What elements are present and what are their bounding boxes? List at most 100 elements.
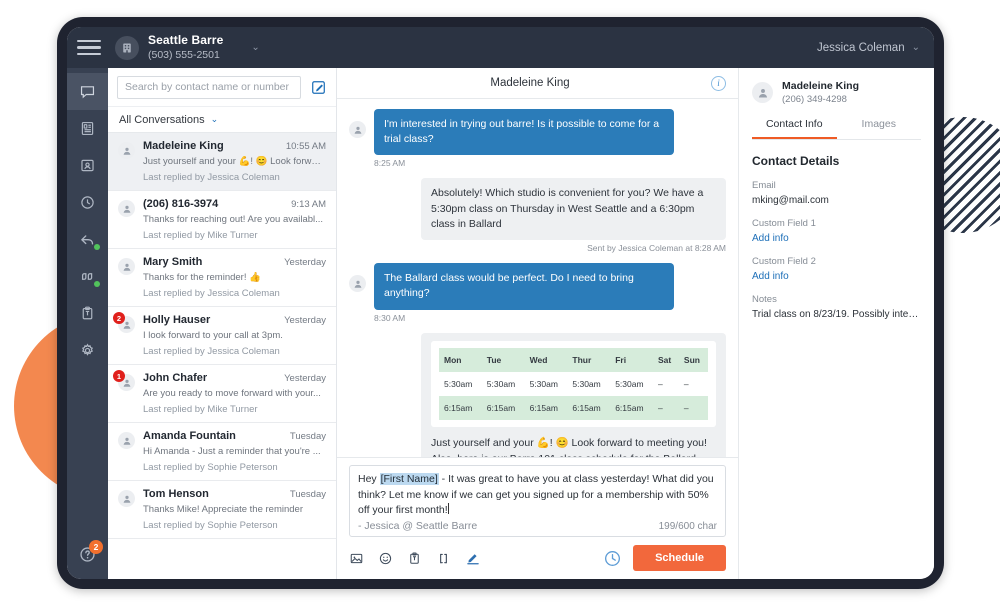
person-icon	[118, 258, 135, 275]
conversation-list-item[interactable]: Tom Henson Tuesday Thanks Mike! Appreciate…	[108, 481, 336, 539]
status-dot-green	[94, 281, 100, 287]
table-column-header: Thur	[567, 347, 611, 372]
org-info[interactable]: Seattle Barre (503) 555-2501	[148, 33, 224, 61]
conversation-top-row: John Chafer Yesterday	[143, 372, 326, 384]
conversation-content: Holly Hauser Yesterday I look forward to y…	[143, 314, 326, 357]
conversation-last-replied: Last replied by Sophie Peterson	[143, 462, 278, 473]
message-row: Absolutely! Which studio is convenient f…	[349, 178, 726, 241]
table-cell: 6:15am	[481, 396, 525, 421]
composer-textarea[interactable]: Hey [First Name] - It was great to have …	[349, 464, 726, 537]
signature-pen-icon[interactable]	[465, 550, 481, 566]
message-bubble-outbound: Absolutely! Which studio is convenient f…	[421, 178, 726, 241]
table-cell: 5:30am	[444, 378, 473, 389]
screenshot-stage: Seattle Barre (503) 555-2501 ⌄ Jessica C…	[0, 0, 1000, 605]
conversation-list-item[interactable]: (206) 816-3974 9:13 AM Thanks for reaching…	[108, 191, 336, 249]
conversation-scroll[interactable]: Madeleine King 10:55 AM Just yourself and …	[108, 133, 336, 579]
conversation-list-item[interactable]: Madeleine King 10:55 AM Just yourself and …	[108, 133, 336, 191]
contact-field-label: Custom Field 2	[752, 256, 816, 267]
conversation-list-item[interactable]: 2 Holly Hauser Yesterday I look forward to …	[108, 307, 336, 365]
conversation-content: Amanda Fountain Tuesday Hi Amanda - Just a…	[143, 430, 326, 473]
conversation-time: Yesterday	[284, 315, 326, 326]
conversation-content: (206) 816-3974 9:13 AM Thanks for reaching…	[143, 198, 326, 241]
composer-toolbar: Schedule	[349, 545, 726, 571]
app-topbar: Seattle Barre (503) 555-2501 ⌄ Jessica C…	[67, 27, 934, 68]
conversation-last-replied: Last replied by Mike Turner	[143, 404, 258, 415]
contact-identity: Madeleine King (206) 349-4298	[782, 80, 859, 105]
info-circle-icon[interactable]: i	[711, 75, 726, 91]
table-row: 6:15am 6:15am 6:15am 6:15am 6:15am – –	[439, 396, 708, 421]
search-input[interactable]	[117, 75, 301, 99]
message-row: The Ballard class would be perfect. Do I…	[349, 263, 726, 310]
conversation-last-replied: Last replied by Mike Turner	[143, 230, 258, 241]
conversation-snippet: Thanks for the reminder! 👍	[143, 272, 261, 283]
conversation-snippet: Are you ready to move forward with your.…	[143, 388, 321, 399]
chevron-down-icon: ⌄	[210, 114, 219, 124]
rail-item-contacts[interactable]	[67, 147, 108, 184]
help-badge: 2	[89, 540, 103, 554]
template-icon[interactable]	[407, 551, 422, 566]
class-schedule-table: Mon Tue Wed Thur Fri Sat Sun 5:30am 5:30am 5:30a…	[439, 347, 708, 421]
conversation-top-row: Amanda Fountain Tuesday	[143, 430, 326, 442]
messages-container: I'm interested in trying out barre! Is i…	[337, 99, 738, 457]
contact-tabs: Contact Info Images	[752, 118, 921, 140]
conversation-name: John Chafer	[143, 372, 208, 384]
conversation-snippet: Thanks Mike! Appreciate the reminder	[143, 504, 303, 515]
current-user-name[interactable]: Jessica Coleman	[817, 42, 905, 54]
tab-contact-info[interactable]: Contact Info	[752, 118, 837, 139]
contact-name: Madeleine King	[782, 80, 860, 92]
compose-pencil-icon[interactable]	[310, 79, 327, 96]
chevron-down-icon[interactable]: ⌄	[251, 42, 259, 53]
help-button[interactable]: 2	[67, 540, 108, 569]
unread-badge: 1	[113, 370, 125, 382]
contact-field-label: Email	[752, 180, 776, 191]
conversation-snippet: Just yourself and your 💪! 😊 Look forward…	[143, 156, 326, 167]
org-building-icon	[115, 35, 139, 60]
status-dot-green	[94, 244, 100, 250]
org-phone: (503) 555-2501	[148, 48, 220, 61]
table-cell: 6:15am	[524, 396, 568, 421]
conversation-filter-label: All Conversations	[119, 113, 205, 126]
contact-field-add-link[interactable]: Add info	[752, 233, 921, 244]
person-icon	[118, 200, 135, 217]
message-bubble-inbound: The Ballard class would be perfect. Do I…	[374, 263, 674, 310]
org-name: Seattle Barre	[148, 33, 224, 48]
table-cell: –	[683, 378, 689, 389]
table-column-header: Mon	[439, 347, 482, 372]
schedule-clock-icon[interactable]	[603, 549, 622, 568]
rail-item-history[interactable]	[67, 184, 108, 221]
person-icon	[118, 142, 135, 159]
contact-phone: (206) 349-4298	[782, 94, 847, 105]
rail-item-templates[interactable]	[67, 295, 108, 332]
icon-rail: 2	[67, 68, 108, 579]
composer-text: Hey [First Name] - It was great to have …	[358, 472, 717, 519]
conversation-filter[interactable]: All Conversations ⌄	[108, 107, 336, 133]
emoji-icon[interactable]	[378, 551, 393, 566]
text-caret	[447, 503, 449, 515]
contact-field-value: mking@mail.com	[752, 195, 829, 206]
image-icon[interactable]	[349, 551, 364, 566]
conversation-last-replied: Last replied by Sophie Peterson	[143, 520, 278, 531]
hamburger-icon[interactable]	[77, 39, 101, 56]
conversation-last-replied: Last replied by Jessica Coleman	[143, 172, 280, 183]
chat-bubble-icon	[79, 83, 96, 100]
rail-item-settings[interactable]	[67, 332, 108, 369]
merge-field-token: [First Name]	[379, 472, 439, 485]
contact-field-add-link[interactable]: Add info	[752, 271, 921, 282]
table-header-row: Mon Tue Wed Thur Fri Sat Sun	[439, 347, 708, 372]
user-chevron-down-icon[interactable]: ⌄	[912, 42, 920, 53]
conversation-time: Yesterday	[284, 257, 326, 268]
rail-item-auto-reply[interactable]	[67, 221, 108, 258]
rail-item-messages[interactable]	[67, 73, 108, 110]
conversation-list-item[interactable]: Mary Smith Yesterday Thanks for the remind…	[108, 249, 336, 307]
schedule-button[interactable]: Schedule	[633, 545, 726, 571]
rail-item-quick-replies[interactable]	[67, 258, 108, 295]
conversation-list-item[interactable]: 1 John Chafer Yesterday Are you ready to mo…	[108, 365, 336, 423]
conversation-list-item[interactable]: Amanda Fountain Tuesday Hi Amanda - Just a…	[108, 423, 336, 481]
table-column-header: Fri	[610, 347, 653, 372]
rail-item-documents[interactable]	[67, 110, 108, 147]
schedule-message-note: Just yourself and your 💪! 😊 Look forward…	[431, 437, 707, 456]
tab-images[interactable]: Images	[837, 118, 922, 139]
search-row	[108, 68, 336, 107]
brackets-icon[interactable]	[436, 551, 451, 566]
conversation-time: Tuesday	[289, 431, 326, 442]
